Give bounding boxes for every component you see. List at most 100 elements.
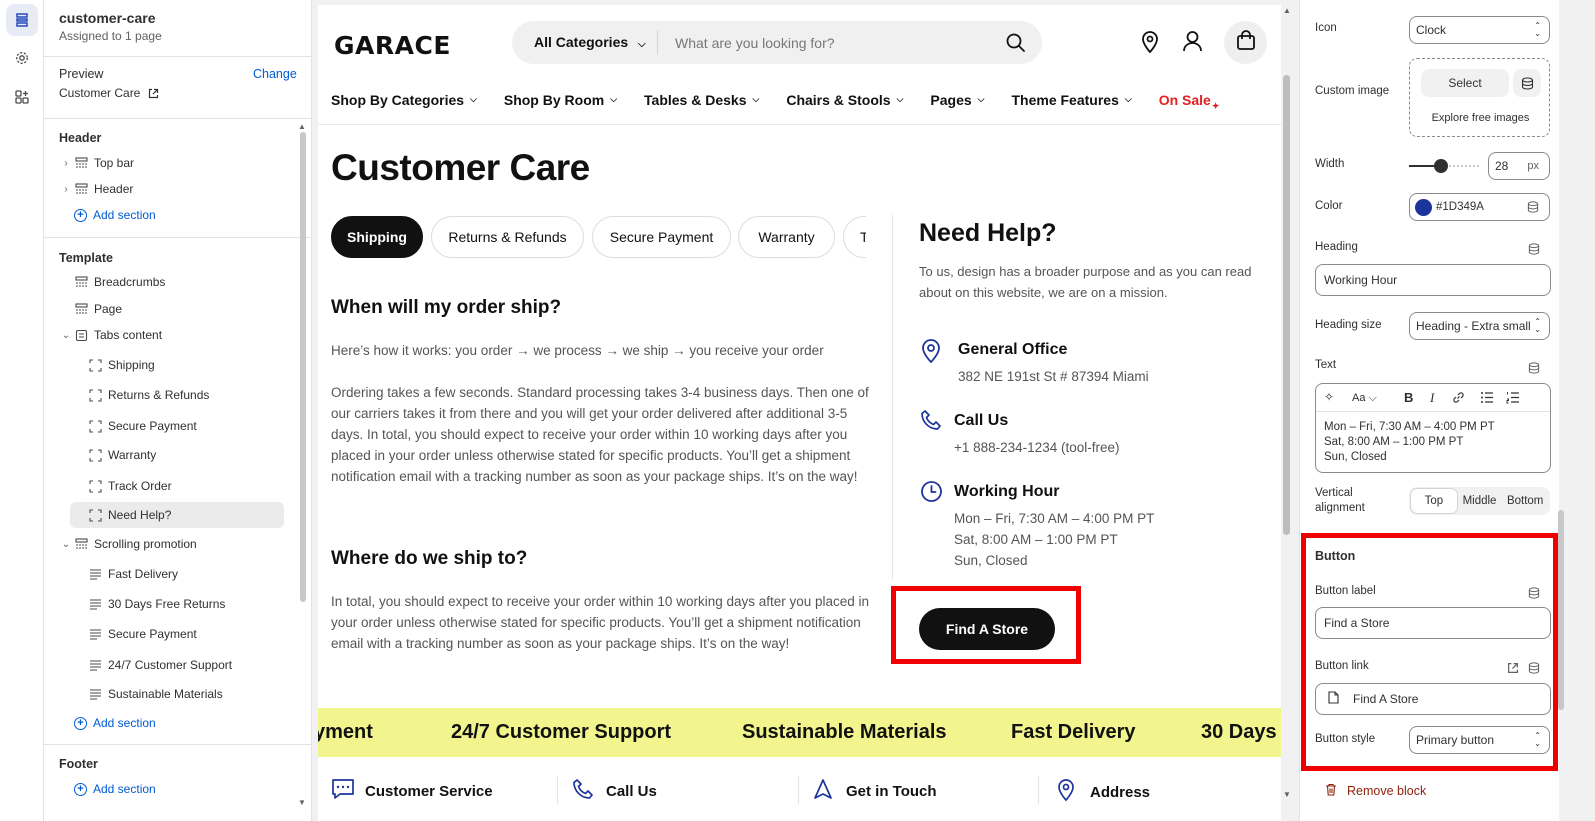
nav-shop-by-room[interactable]: Shop By Room ⌵	[504, 87, 617, 112]
block-returns-refunds[interactable]: Returns & Refunds	[72, 382, 284, 408]
chevron-down-icon[interactable]: ⌄	[58, 330, 74, 341]
footer-group-title: Footer	[59, 757, 98, 771]
scroll-down-arrow[interactable]: ▼	[298, 798, 306, 807]
slider-thumb[interactable]	[1434, 159, 1448, 173]
dynamic-source-icon[interactable]	[1528, 361, 1540, 379]
heading-size-label: Heading size	[1315, 319, 1382, 331]
rte-toolbar: ✧ Aa ⌵ B I	[1316, 384, 1550, 412]
apps-icon[interactable]	[6, 81, 38, 113]
divider	[557, 776, 558, 804]
search-input[interactable]: What are you looking for?	[675, 35, 835, 51]
nav-shop-by-categories[interactable]: Shop By Categories ⌵	[331, 87, 477, 112]
block-warranty[interactable]: Warranty	[72, 442, 284, 468]
width-input[interactable]: 28 px	[1488, 152, 1550, 180]
contact-call-us[interactable]: Call Us	[572, 778, 657, 804]
tab-track-order[interactable]: T	[843, 216, 866, 258]
preview-label: Preview	[59, 67, 104, 81]
preview-page-link[interactable]: Customer Care	[59, 86, 159, 102]
block-secure-payment-promo[interactable]: Secure Payment	[72, 621, 284, 647]
remove-block-button[interactable]: Remove block	[1325, 783, 1426, 799]
contact-get-in-touch[interactable]: Get in Touch	[812, 778, 937, 804]
change-preview-link[interactable]: Change	[253, 67, 297, 81]
block-track-order[interactable]: Track Order	[72, 473, 284, 499]
rich-text-editor[interactable]: ✧ Aa ⌵ B I Mon – Fri, 7:30 AM – 4:00 PM …	[1315, 383, 1551, 473]
block-fast-delivery[interactable]: Fast Delivery	[72, 561, 284, 587]
select-image-button[interactable]: Select	[1421, 69, 1509, 97]
tab-shipping[interactable]: Shipping	[331, 216, 423, 258]
chevron-down-icon[interactable]: ⌄	[58, 539, 74, 550]
section-top-bar[interactable]: › Top bar	[58, 150, 284, 176]
numbered-list-icon[interactable]	[1506, 391, 1520, 407]
valign-bottom[interactable]: Bottom	[1502, 489, 1548, 513]
tab-returns-refunds[interactable]: Returns & Refunds	[431, 216, 584, 258]
location-pin-icon[interactable]	[1140, 30, 1160, 59]
store-preview: GARACE All Categories ⌵ What are you loo…	[318, 5, 1281, 821]
store-logo[interactable]: GARACE	[334, 31, 451, 60]
text-style-icon[interactable]: Aa ⌵	[1352, 392, 1377, 405]
explore-free-images-link[interactable]: Explore free images	[1410, 112, 1551, 124]
preview-scrollbar[interactable]	[1283, 75, 1290, 535]
section-icon	[74, 537, 88, 551]
add-section-footer[interactable]: + Add section	[74, 782, 156, 796]
block-customer-support[interactable]: 24/7 Customer Support	[72, 652, 284, 678]
contact-address[interactable]: Address	[1056, 778, 1150, 806]
section-scrolling-promotion[interactable]: ⌄ Scrolling promotion	[58, 531, 284, 557]
width-slider[interactable]	[1409, 159, 1479, 173]
block-shipping[interactable]: Shipping	[72, 352, 284, 378]
block-30-days-free-returns[interactable]: 30 Days Free Returns	[72, 591, 284, 617]
icon-select[interactable]: Clock ⌃ ⌄	[1409, 16, 1550, 44]
section-tabs-content[interactable]: ⌄ Tabs content	[58, 322, 284, 348]
section-breadcrumbs[interactable]: Breadcrumbs	[58, 269, 284, 295]
section-page[interactable]: Page	[58, 296, 284, 322]
valign-top[interactable]: Top	[1411, 489, 1457, 513]
valign-middle[interactable]: Middle	[1457, 489, 1503, 513]
nav-tables-desks[interactable]: Tables & Desks ⌵	[644, 87, 759, 112]
color-picker[interactable]: #1D349A	[1409, 193, 1550, 221]
contact-customer-service[interactable]: Customer Service	[331, 778, 493, 804]
block-secure-payment[interactable]: Secure Payment	[72, 413, 284, 439]
heading-input[interactable]: Working Hour	[1315, 264, 1551, 296]
dynamic-source-icon[interactable]	[1527, 201, 1539, 216]
divider	[892, 215, 893, 580]
sections-sidebar: customer-care Assigned to 1 page Preview…	[44, 0, 312, 821]
add-section-template[interactable]: + Add section	[74, 716, 156, 730]
heading-label: Heading	[1315, 241, 1358, 253]
nav-theme-features[interactable]: Theme Features ⌵	[1011, 87, 1131, 112]
italic-icon[interactable]: I	[1430, 390, 1434, 406]
dynamic-source-icon[interactable]	[1513, 69, 1541, 97]
template-assignment: Assigned to 1 page	[59, 29, 162, 43]
settings-scrollbar[interactable]	[1558, 510, 1564, 710]
scrolling-promotion-bar: yment 24/7 Customer Support Sustainable …	[318, 708, 1281, 757]
heading-size-select[interactable]: Heading - Extra small ⌃ ⌄	[1409, 312, 1550, 340]
block-sustainable-materials[interactable]: Sustainable Materials	[72, 681, 284, 707]
magic-icon[interactable]: ✧	[1324, 390, 1334, 404]
account-icon[interactable]	[1182, 30, 1203, 57]
cart-button[interactable]	[1224, 21, 1267, 64]
color-swatch[interactable]	[1415, 199, 1432, 216]
search-icon[interactable]	[1005, 32, 1026, 58]
chevron-right-icon[interactable]: ›	[58, 184, 74, 195]
chevron-right-icon[interactable]: ›	[58, 158, 74, 169]
sections-icon[interactable]	[6, 4, 38, 36]
tab-secure-payment[interactable]: Secure Payment	[592, 216, 731, 258]
section-header[interactable]: › Header	[58, 176, 284, 202]
settings-gear-icon[interactable]	[6, 42, 38, 74]
scroll-up-arrow[interactable]: ▲	[298, 122, 306, 131]
nav-chairs-stools[interactable]: Chairs & Stools ⌵	[786, 87, 903, 112]
tab-warranty[interactable]: Warranty	[738, 216, 835, 258]
link-icon[interactable]	[1452, 391, 1465, 407]
bullet-list-icon[interactable]	[1480, 391, 1494, 407]
icon-label: Icon	[1315, 22, 1337, 34]
bold-icon[interactable]: B	[1404, 390, 1413, 405]
category-select[interactable]: All Categories ⌵	[534, 34, 646, 50]
rte-content[interactable]: Mon – Fri, 7:30 AM – 4:00 PM PT Sat, 8:0…	[1324, 420, 1495, 465]
dynamic-source-icon[interactable]	[1528, 242, 1540, 260]
scroll-up-arrow[interactable]: ▲	[1283, 6, 1291, 15]
add-section-header[interactable]: + Add section	[74, 208, 156, 222]
block-need-help[interactable]: Need Help?	[70, 502, 284, 528]
nav-on-sale[interactable]: On Sale ✦	[1159, 87, 1220, 112]
block-icon	[88, 358, 102, 372]
nav-pages[interactable]: Pages ⌵	[930, 87, 984, 112]
sidebar-scrollbar[interactable]	[300, 132, 306, 602]
scroll-down-arrow[interactable]: ▼	[1283, 790, 1291, 799]
